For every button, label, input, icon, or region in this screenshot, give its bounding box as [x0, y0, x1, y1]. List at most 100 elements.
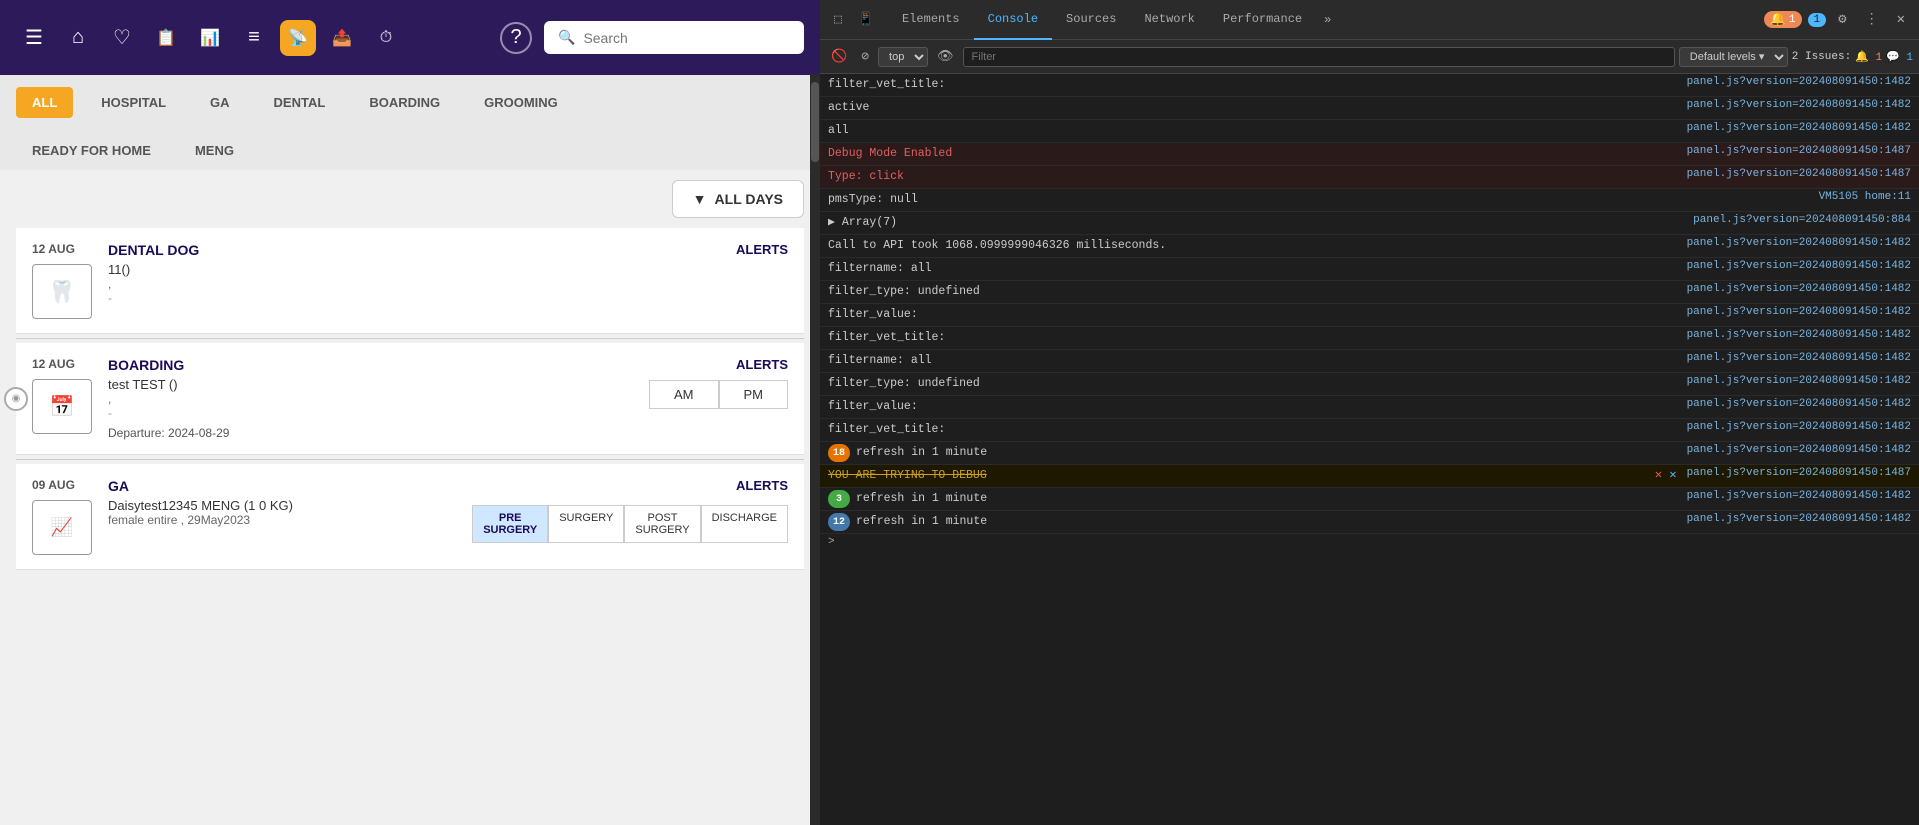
pre-surgery-stage[interactable]: PRESURGERY: [472, 505, 548, 543]
issues-count: 2 Issues: 🔔 1 💬 1: [1792, 50, 1913, 64]
source-link[interactable]: panel.js?version=202408091450:1487: [1677, 168, 1911, 180]
source-link[interactable]: VM5105 home:11: [1809, 191, 1911, 203]
tab-console[interactable]: Console: [974, 0, 1052, 40]
eye-icon[interactable]: 👁: [932, 46, 959, 67]
list-item: filtername: all panel.js?version=2024080…: [820, 258, 1919, 281]
filter-tab-all[interactable]: ALL: [16, 87, 73, 118]
more-options-icon[interactable]: ⋮: [1859, 7, 1885, 32]
source-link[interactable]: panel.js?version=202408091450:1482: [1677, 260, 1911, 272]
levels-selector[interactable]: Default levels ▾: [1679, 47, 1788, 67]
patient-info: DENTAL DOG 11() , -: [108, 242, 592, 319]
source-link[interactable]: panel.js?version=202408091450:1482: [1677, 329, 1911, 341]
patient-date: 12 AUG 🦷: [32, 242, 92, 319]
xx-blue: ✕: [1669, 467, 1676, 482]
filter-tab-boarding[interactable]: BOARDING: [353, 87, 456, 118]
list-item: Call to API took 1068.0999999046326 mill…: [820, 235, 1919, 258]
filter-tab-dental[interactable]: DENTAL: [258, 87, 342, 118]
devtools-scrollbar: [810, 74, 820, 825]
surgery-stage[interactable]: SURGERY: [548, 505, 624, 543]
source-link[interactable]: panel.js?version=202408091450:1482: [1677, 283, 1911, 295]
filter-tab-meng[interactable]: MENG: [179, 135, 250, 166]
filter-icon: ▼: [693, 191, 707, 207]
source-link[interactable]: panel.js?version=202408091450:1487: [1677, 145, 1911, 157]
source-link[interactable]: panel.js?version=202408091450:884: [1683, 214, 1911, 226]
source-link[interactable]: panel.js?version=202408091450:1482: [1677, 352, 1911, 364]
list-item: filter_value: panel.js?version=202408091…: [820, 396, 1919, 419]
list-item: pmsType: null VM5105 home:11: [820, 189, 1919, 212]
table-row: 12 AUG 🦷 DENTAL DOG 11() , - ALERTS: [16, 228, 804, 334]
source-link[interactable]: panel.js?version=202408091450:1487: [1677, 467, 1911, 479]
device-icon[interactable]: 📱: [852, 8, 880, 31]
inspect-icon[interactable]: ⬚: [828, 8, 848, 31]
list-icon[interactable]: ≡: [236, 20, 272, 56]
all-days-label: ALL DAYS: [715, 191, 783, 207]
table-row: 12 AUG 📅 ◉ BOARDING test TEST () , - Dep…: [16, 343, 804, 455]
top-nav: ☰ ⌂ ♡ 📋 📊 ≡ 📡 📤 ⏱ ? 🔍: [0, 0, 820, 75]
stop-icon[interactable]: 🚫: [826, 46, 852, 67]
filter-tab-readyforhome[interactable]: READY FOR HOME: [16, 135, 167, 166]
patient-sub: female entire , 29May2023: [108, 513, 456, 527]
source-link[interactable]: panel.js?version=202408091450:1482: [1677, 237, 1911, 249]
list-item: all panel.js?version=202408091450:1482: [820, 120, 1919, 143]
tab-performance[interactable]: Performance: [1209, 0, 1316, 40]
source-link[interactable]: panel.js?version=202408091450:1482: [1677, 444, 1911, 456]
source-link[interactable]: panel.js?version=202408091450:1482: [1677, 76, 1911, 88]
alerts-button[interactable]: ALERTS: [736, 242, 788, 257]
filter-tab-ga[interactable]: GA: [194, 87, 246, 118]
list-item: filter_value: panel.js?version=202408091…: [820, 304, 1919, 327]
clear-icon[interactable]: ⊘: [856, 46, 874, 67]
tab-network[interactable]: Network: [1130, 0, 1208, 40]
patient-date: 12 AUG 📅 ◉: [32, 357, 92, 440]
devtools-panel: ⬚ 📱 Elements Console Sources Network Per…: [820, 0, 1919, 825]
filter-tabs-row1: ALL HOSPITAL GA DENTAL BOARDING GROOMING: [0, 75, 820, 130]
source-link[interactable]: panel.js?version=202408091450:1482: [1677, 306, 1911, 318]
filter-tab-grooming[interactable]: GROOMING: [468, 87, 574, 118]
list-item: 3 refresh in 1 minute panel.js?version=2…: [820, 488, 1919, 511]
list-item: Debug Mode Enabled panel.js?version=2024…: [820, 143, 1919, 166]
am-cell[interactable]: AM: [649, 380, 719, 409]
settings-icon[interactable]: ⚙: [1832, 7, 1852, 32]
list-item: filter_vet_title: panel.js?version=20240…: [820, 327, 1919, 350]
menu-icon[interactable]: ☰: [16, 20, 52, 56]
document-icon[interactable]: 📋: [148, 20, 184, 56]
tab-sources[interactable]: Sources: [1052, 0, 1130, 40]
close-devtools-icon[interactable]: ✕: [1891, 7, 1911, 32]
alerts-button[interactable]: ALERTS: [736, 478, 788, 493]
broadcast-icon[interactable]: 📡: [280, 20, 316, 56]
context-selector[interactable]: top: [878, 47, 928, 67]
home-icon[interactable]: ⌂: [60, 20, 96, 56]
console-filter-input[interactable]: [963, 47, 1675, 67]
alerts-button[interactable]: ALERTS: [736, 357, 788, 372]
clock-icon[interactable]: ⏱: [368, 20, 404, 56]
filter-tab-hospital[interactable]: HOSPITAL: [85, 87, 182, 118]
devtools-toolbar: 🚫 ⊘ top 👁 Default levels ▾ 2 Issues: 🔔 1…: [820, 40, 1919, 74]
source-link[interactable]: panel.js?version=202408091450:1482: [1677, 375, 1911, 387]
devtools-tabs: Elements Console Sources Network Perform…: [888, 0, 1756, 40]
devtools-scrollbar-thumb[interactable]: [811, 82, 819, 162]
patient-name: BOARDING: [108, 357, 592, 373]
all-days-button[interactable]: ▼ ALL DAYS: [672, 180, 804, 218]
patient-dash: -: [108, 406, 592, 420]
ga-icon: 📈: [32, 500, 92, 555]
pm-cell[interactable]: PM: [719, 380, 789, 409]
help-icon[interactable]: ?: [500, 22, 532, 54]
upload-icon[interactable]: 📤: [324, 20, 360, 56]
discharge-stage[interactable]: DISCHARGE: [701, 505, 788, 543]
search-box: 🔍: [544, 21, 804, 54]
activity-icon[interactable]: 📊: [192, 20, 228, 56]
search-input[interactable]: [583, 30, 790, 46]
source-link[interactable]: panel.js?version=202408091450:1482: [1677, 490, 1911, 502]
source-link[interactable]: panel.js?version=202408091450:1482: [1677, 122, 1911, 134]
tab-elements[interactable]: Elements: [888, 0, 974, 40]
source-link[interactable]: panel.js?version=202408091450:1482: [1677, 421, 1911, 433]
post-surgery-stage[interactable]: POSTSURGERY: [624, 505, 700, 543]
heart-icon[interactable]: ♡: [104, 20, 140, 56]
list-item: filter_vet_title: panel.js?version=20240…: [820, 74, 1919, 97]
console-expand-arrow[interactable]: >: [820, 534, 1919, 550]
more-tabs-button[interactable]: »: [1316, 13, 1339, 27]
patient-sub: ,: [108, 277, 592, 291]
search-container: ? 🔍: [500, 21, 804, 54]
source-link[interactable]: panel.js?version=202408091450:1482: [1677, 513, 1911, 525]
source-link[interactable]: panel.js?version=202408091450:1482: [1677, 398, 1911, 410]
source-link[interactable]: panel.js?version=202408091450:1482: [1677, 99, 1911, 111]
